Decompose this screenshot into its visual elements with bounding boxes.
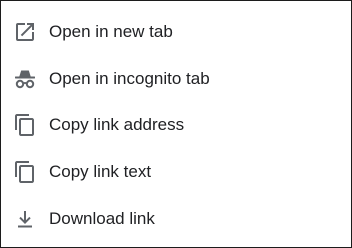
- menu-item-download-link[interactable]: Download link: [1, 196, 351, 242]
- copy-icon: [13, 160, 37, 184]
- menu-item-copy-link-text[interactable]: Copy link text: [1, 149, 351, 195]
- menu-item-copy-link-address[interactable]: Copy link address: [1, 102, 351, 148]
- menu-item-open-in-incognito-tab[interactable]: Open in incognito tab: [1, 56, 351, 102]
- menu-item-label: Copy link address: [49, 115, 185, 134]
- copy-icon: [13, 113, 37, 137]
- menu-item-label: Open in new tab: [49, 22, 173, 41]
- menu-item-label: Download link: [49, 209, 155, 228]
- menu-item-label: Copy link text: [49, 162, 152, 181]
- menu-item-open-in-new-tab[interactable]: Open in new tab: [1, 9, 351, 55]
- menu-item-label: Open in incognito tab: [49, 69, 210, 88]
- context-menu: Open in new tab Open in incognito tab Co…: [0, 0, 352, 248]
- download-icon: [13, 207, 37, 231]
- open-in-new-icon: [13, 20, 37, 44]
- incognito-icon: [13, 67, 37, 91]
